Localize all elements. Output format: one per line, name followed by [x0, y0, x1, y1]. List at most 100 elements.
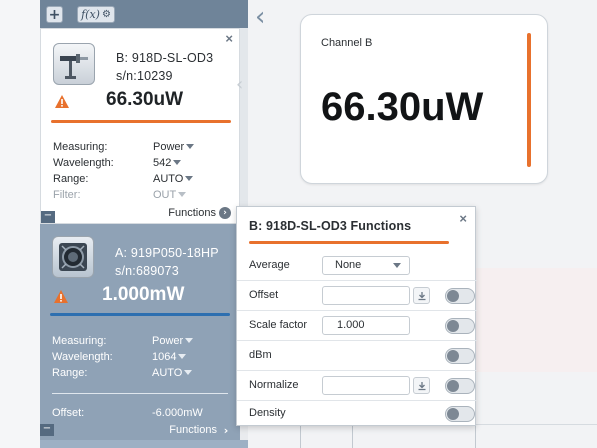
- wavelength-select[interactable]: 542: [153, 157, 182, 169]
- function-row-normalize: Normalize: [237, 371, 477, 401]
- back-chevron-icon[interactable]: ‹: [255, 2, 265, 32]
- device-model: A: 919P050-18HP: [115, 246, 219, 260]
- function-row-dbm: dBm: [237, 341, 477, 371]
- function-row-offset: Offset: [237, 281, 477, 311]
- toggle-knob: [447, 320, 459, 332]
- chevron-down-icon: [185, 338, 194, 343]
- function-row-scale-factor: Scale factor 1.000: [237, 311, 477, 341]
- device-serial: s/n:689073: [115, 264, 179, 278]
- wavelength-value: 1064: [152, 351, 177, 363]
- app-root: + f(x) ⚙ × B: 918D-SL-OD3 s/n:10239 66.3…: [0, 0, 597, 448]
- popup-accent-bar: [249, 241, 449, 244]
- download-icon: [418, 291, 425, 300]
- offset-value: -6.000mW: [152, 407, 203, 419]
- normalize-input[interactable]: [322, 376, 410, 395]
- power-reading: 66.30uW: [106, 89, 184, 110]
- chevron-down-icon: [178, 354, 187, 359]
- measuring-select[interactable]: Power: [153, 141, 195, 153]
- fx-label: f(x): [81, 8, 100, 21]
- wavelength-label: Wavelength:: [52, 351, 113, 363]
- capture-button[interactable]: [413, 377, 430, 394]
- channel-accent-bar: [527, 33, 531, 167]
- wavelength-value: 542: [153, 157, 172, 169]
- functions-link[interactable]: Functions ›: [168, 207, 231, 219]
- range-value: AUTO: [153, 173, 184, 185]
- download-icon: [418, 381, 425, 390]
- function-row-average: Average None: [237, 251, 477, 281]
- chevron-down-icon: [186, 144, 195, 149]
- toggle-knob: [447, 380, 459, 392]
- density-toggle[interactable]: [445, 406, 475, 422]
- offset-label: Offset:: [52, 407, 85, 419]
- chevron-right-icon: ›: [223, 423, 229, 437]
- offset-input[interactable]: [322, 286, 410, 305]
- channel-a-card[interactable]: A: 919P050-18HP s/n:689073 1.000mW Measu…: [40, 224, 240, 448]
- chevron-down-icon: [393, 263, 401, 268]
- offset-toggle[interactable]: [445, 288, 475, 304]
- average-dropdown[interactable]: None: [322, 256, 410, 275]
- close-icon[interactable]: ×: [225, 31, 233, 46]
- channel-accent-bar: [51, 120, 231, 123]
- warning-icon: [55, 95, 69, 108]
- chevron-down-icon: [185, 176, 194, 181]
- scale-factor-input[interactable]: 1.000: [322, 316, 410, 335]
- toggle-knob: [447, 408, 459, 420]
- measuring-label: Measuring:: [52, 335, 107, 347]
- measuring-select[interactable]: Power: [152, 335, 194, 347]
- average-value: None: [335, 259, 362, 271]
- function-row-density: Density: [237, 399, 477, 429]
- measuring-value: Power: [152, 335, 184, 347]
- math-function-button[interactable]: f(x) ⚙: [77, 6, 115, 23]
- functions-label: Functions: [169, 424, 217, 436]
- dbm-label: dBm: [249, 349, 272, 361]
- filter-select: OUT: [153, 189, 187, 201]
- offset-label: Offset: [249, 289, 279, 301]
- toggle-knob: [447, 350, 459, 362]
- toggle-knob: [447, 290, 459, 302]
- capture-button[interactable]: [413, 287, 430, 304]
- channel-display-card[interactable]: Channel B 66.30uW: [300, 14, 548, 184]
- panel-edge: [240, 28, 248, 224]
- filter-value: OUT: [153, 189, 177, 201]
- functions-popup: B: 918D-SL-OD3 Functions × Average None …: [236, 206, 477, 429]
- measuring-value: Power: [153, 141, 185, 153]
- chevron-down-icon: [184, 370, 193, 375]
- device-serial: s/n:10239: [116, 69, 173, 83]
- device-model: B: 918D-SL-OD3: [116, 51, 214, 65]
- dbm-toggle[interactable]: [445, 348, 475, 364]
- divider: [52, 393, 228, 394]
- functions-link[interactable]: Functions ›: [169, 423, 232, 437]
- add-channel-button[interactable]: +: [46, 6, 63, 23]
- functions-label: Functions: [168, 207, 216, 219]
- filter-label: Filter:: [53, 189, 81, 201]
- range-select[interactable]: AUTO: [152, 367, 193, 379]
- chevron-right-icon: ›: [219, 207, 231, 219]
- average-label: Average: [249, 259, 290, 271]
- sidebar-toolbar: + f(x) ⚙: [40, 0, 248, 28]
- popup-title: B: 918D-SL-OD3 Functions: [249, 219, 412, 233]
- close-icon[interactable]: ×: [459, 211, 467, 226]
- channel-power-value: 66.30uW: [321, 85, 484, 129]
- collapse-button[interactable]: −: [41, 211, 55, 223]
- density-label: Density: [249, 407, 286, 419]
- range-label: Range:: [53, 173, 89, 185]
- wavelength-label: Wavelength:: [53, 157, 114, 169]
- thermopile-sensor-icon: [52, 236, 94, 278]
- scale-factor-toggle[interactable]: [445, 318, 475, 334]
- wavelength-select[interactable]: 1064: [152, 351, 187, 363]
- measuring-label: Measuring:: [53, 141, 108, 153]
- normalize-label: Normalize: [249, 379, 299, 391]
- chevron-left-icon[interactable]: ‹: [236, 74, 243, 95]
- highlight-region: [475, 268, 597, 372]
- warning-icon: [54, 290, 68, 303]
- power-reading: 1.000mW: [102, 284, 185, 305]
- collapse-button[interactable]: −: [40, 424, 54, 436]
- channel-b-card[interactable]: × B: 918D-SL-OD3 s/n:10239 66.30uW Measu…: [40, 28, 240, 224]
- sidebar-bottom-strip: [40, 440, 248, 448]
- range-select[interactable]: AUTO: [153, 173, 194, 185]
- normalize-toggle[interactable]: [445, 378, 475, 394]
- chevron-down-icon: [173, 160, 182, 165]
- sensor-detector-icon: [53, 43, 95, 85]
- left-edge: [0, 0, 40, 448]
- range-value: AUTO: [152, 367, 183, 379]
